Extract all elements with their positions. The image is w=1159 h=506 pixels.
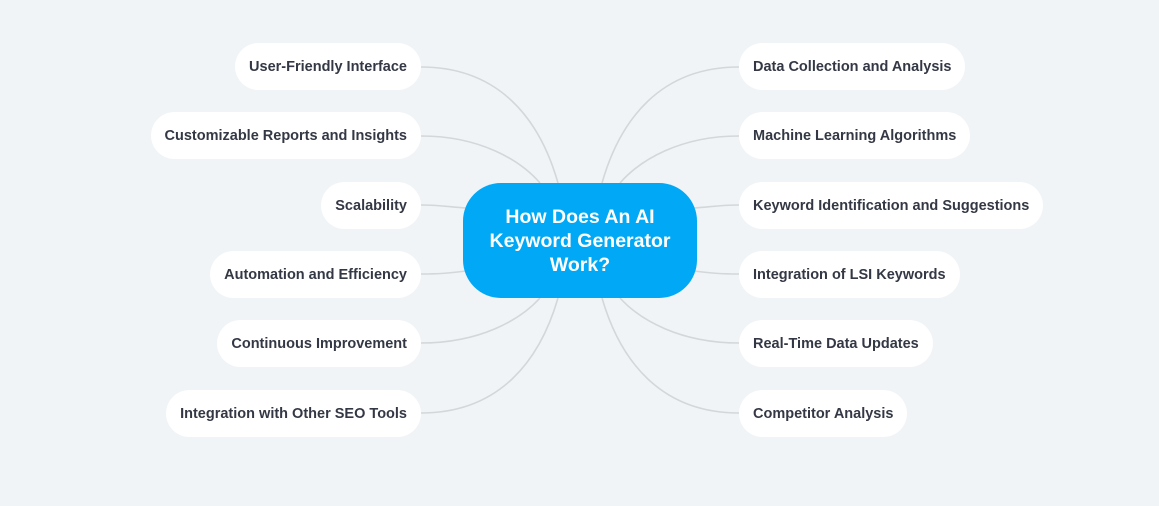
- topic-label: Machine Learning Algorithms: [753, 127, 957, 144]
- topic-competitor-analysis[interactable]: Competitor Analysis: [739, 390, 908, 437]
- topic-continuous-improvement[interactable]: Continuous Improvement: [217, 320, 421, 367]
- topic-data-collection[interactable]: Data Collection and Analysis: [739, 43, 966, 90]
- topic-keyword-identification[interactable]: Keyword Identification and Suggestions: [739, 182, 1044, 229]
- topic-automation-efficiency[interactable]: Automation and Efficiency: [210, 251, 421, 298]
- connector-right-3: [693, 270, 740, 275]
- connector-left-0: [420, 66, 559, 184]
- topic-lsi-keywords[interactable]: Integration of LSI Keywords: [739, 251, 960, 298]
- topic-machine-learning[interactable]: Machine Learning Algorithms: [739, 112, 971, 159]
- connector-right-0: [601, 66, 740, 184]
- topic-label: Data Collection and Analysis: [753, 58, 952, 75]
- topic-label: Integration with Other SEO Tools: [180, 405, 407, 422]
- topic-label: Real-Time Data Updates: [753, 335, 919, 352]
- topic-real-time-updates[interactable]: Real-Time Data Updates: [739, 320, 933, 367]
- topic-label: Continuous Improvement: [231, 335, 407, 352]
- topic-label: Scalability: [335, 197, 407, 214]
- connector-right-4: [619, 297, 740, 344]
- topic-label: Integration of LSI Keywords: [753, 266, 946, 283]
- connector-left-3: [420, 270, 467, 275]
- connector-left-5: [420, 297, 559, 414]
- topic-label: User-Friendly Interface: [249, 58, 407, 75]
- topic-scalability[interactable]: Scalability: [321, 182, 421, 229]
- topic-label: Automation and Efficiency: [224, 266, 407, 283]
- connector-right-5: [601, 297, 740, 414]
- connector-right-1: [619, 135, 740, 184]
- connector-left-2: [420, 204, 467, 209]
- topic-customizable-reports[interactable]: Customizable Reports and Insights: [150, 112, 421, 159]
- central-topic-label: How Does An AI Keyword Generator Work?: [489, 205, 671, 276]
- topic-label: Keyword Identification and Suggestions: [753, 197, 1030, 214]
- topic-label: Competitor Analysis: [753, 405, 894, 422]
- topic-integration-seo-tools[interactable]: Integration with Other SEO Tools: [166, 390, 421, 437]
- central-topic[interactable]: How Does An AI Keyword Generator Work?: [463, 183, 697, 298]
- topic-label: Customizable Reports and Insights: [164, 127, 408, 144]
- connector-left-1: [420, 135, 541, 184]
- connector-left-4: [420, 297, 541, 344]
- topic-user-friendly-interface[interactable]: User-Friendly Interface: [235, 43, 421, 90]
- connector-right-2: [693, 204, 740, 209]
